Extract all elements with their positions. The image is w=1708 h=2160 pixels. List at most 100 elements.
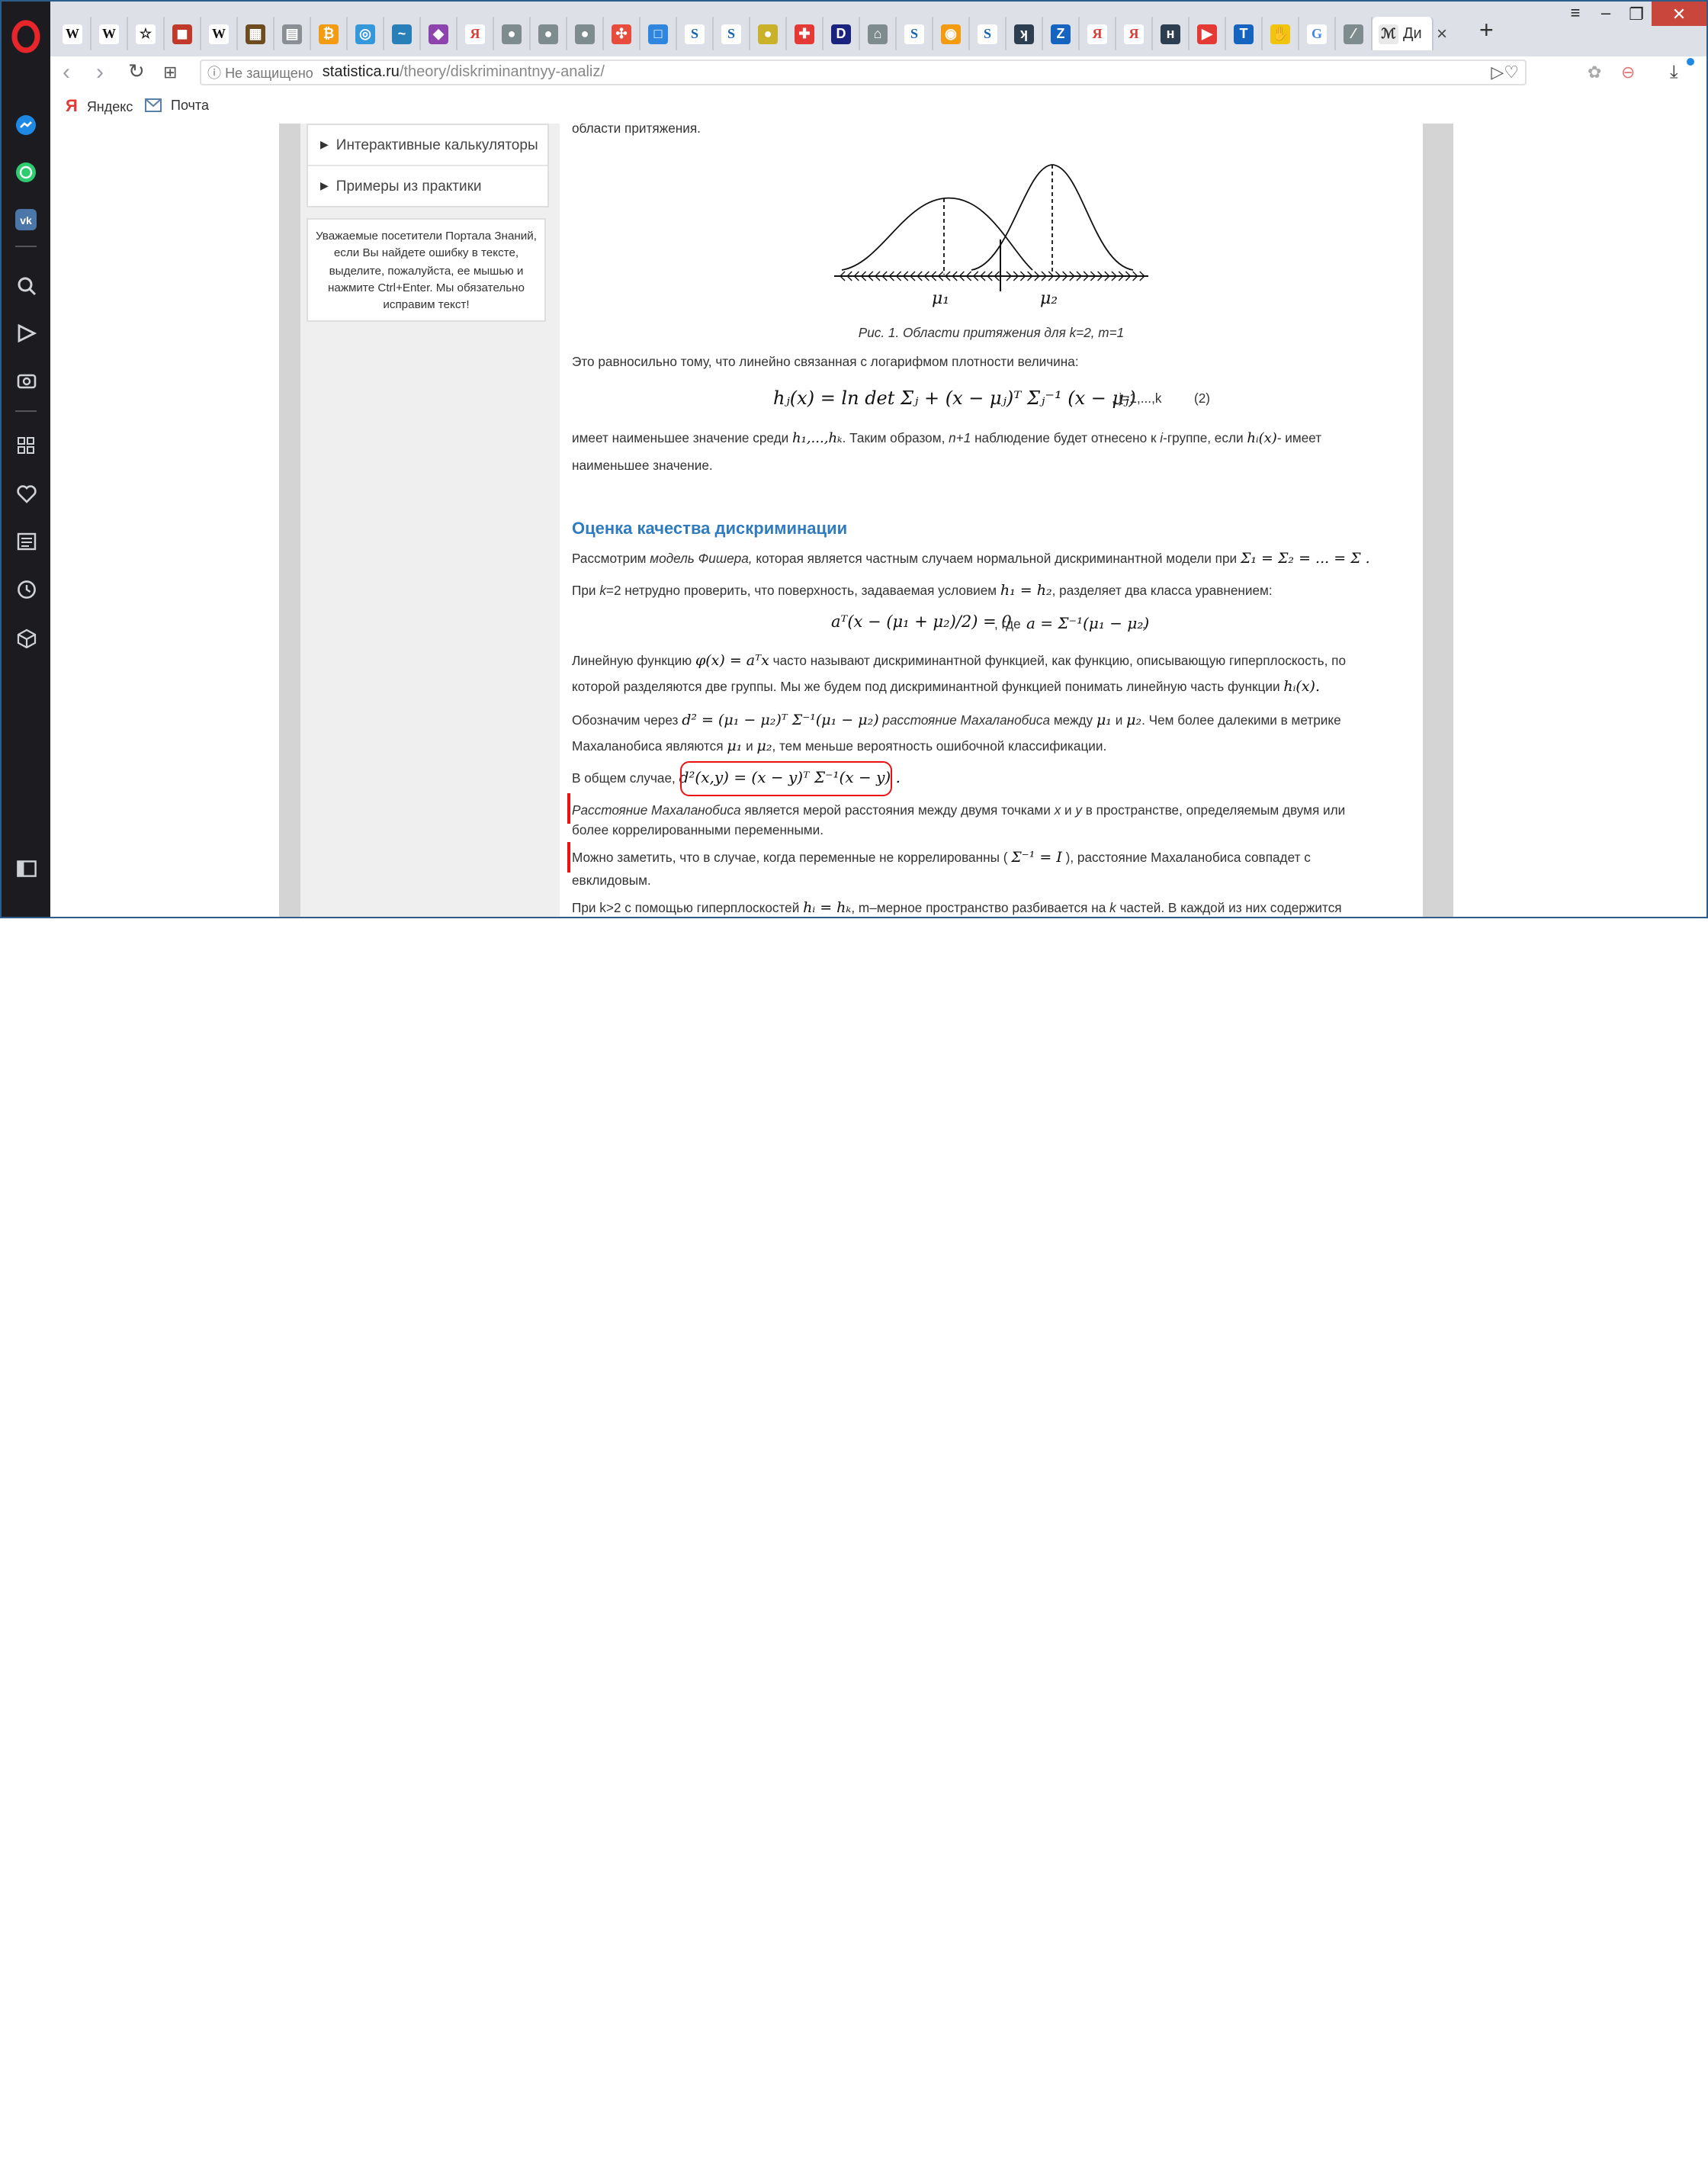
tab-favicon-icon: ●: [758, 24, 778, 43]
browser-tab[interactable]: Z: [1043, 17, 1080, 50]
security-label[interactable]: ⓘ Не защищено: [207, 63, 313, 82]
browser-tab[interactable]: ✚: [787, 17, 824, 50]
rail-divider: [15, 410, 37, 412]
url-host: statistica.ru: [322, 64, 400, 81]
browser-tab[interactable]: ●: [531, 17, 567, 50]
cube-icon[interactable]: [11, 622, 41, 653]
reload-icon[interactable]: ↻: [128, 59, 145, 84]
tab-favicon-icon: S: [904, 24, 924, 43]
browser-tab[interactable]: D: [824, 17, 860, 50]
tab-favicon-icon: D: [831, 24, 851, 43]
new-tab-button[interactable]: +: [1479, 18, 1494, 46]
browser-tab[interactable]: S: [897, 17, 933, 50]
tab-favicon-icon: Я: [1124, 24, 1144, 43]
tab-favicon-icon: ▤: [282, 24, 302, 43]
rail-divider: [15, 246, 37, 247]
menu-icon[interactable]: ≡: [1560, 2, 1591, 26]
browser-tab[interactable]: ◼: [165, 17, 201, 50]
tab-favicon-icon: Я: [1087, 24, 1107, 43]
formula-hyperplane: aᵀ(x − (μ₁ + μ₂)/2) = 0: [831, 613, 1012, 632]
browser-tab[interactable]: ●: [567, 17, 604, 50]
paragraph-fisher: Рассмотрим модель Фишера, которая являет…: [572, 551, 1370, 567]
browser-tab[interactable]: ▦: [238, 17, 274, 50]
back-icon[interactable]: ‹: [63, 59, 70, 85]
bookmark-yandex[interactable]: Я Яндекс: [66, 98, 133, 116]
browser-tab[interactable]: ʜ: [1153, 17, 1190, 50]
browser-tab[interactable]: ⁄: [1336, 17, 1372, 50]
adblock-icon[interactable]: ⊖: [1621, 63, 1635, 82]
browser-tab[interactable]: T: [1226, 17, 1263, 50]
maximize-icon[interactable]: ❐: [1621, 2, 1652, 26]
vpn-icon[interactable]: ✿: [1588, 63, 1601, 82]
paragraph-k2: При k=2 нетрудно проверить, что поверхно…: [572, 583, 1273, 599]
tab-strip: W W ☆ ◼ W ▦ ▤ ₿ ◎ ~ ◆ Я ● ● ● ✣ □ S S ● ✚ D ⌂ S ◉ Sʞ Z Я Яʜ ▶ T ✋ G ⁄ ℳ Ди ×…: [50, 2, 1706, 56]
info-icon: ⓘ: [207, 66, 222, 81]
send-icon[interactable]: [11, 317, 41, 348]
menu-item-examples[interactable]: ▶ Примеры из практики: [308, 166, 547, 206]
opera-logo-icon[interactable]: [11, 20, 41, 53]
browser-tab[interactable]: ~: [384, 17, 421, 50]
menu-item-calculators[interactable]: ▶ Интерактивные калькуляторы: [308, 125, 547, 166]
vk-icon[interactable]: vk: [11, 204, 41, 235]
browser-tab[interactable]: ◆: [421, 17, 458, 50]
browser-tab[interactable]: ☆: [128, 17, 165, 50]
history-icon[interactable]: [11, 574, 41, 604]
tab-favicon-icon: ◉: [941, 24, 961, 43]
browser-tab[interactable]: ₿: [311, 17, 348, 50]
paragraph-k-greater-2: При k>2 с помощью гиперплоскостей hᵢ = h…: [572, 900, 1342, 917]
tab-favicon-icon: ⌂: [868, 24, 888, 43]
formula-where: , где: [994, 616, 1021, 632]
triangle-right-icon: ▶: [320, 182, 329, 192]
browser-tab[interactable]: ✋: [1263, 17, 1299, 50]
minimize-icon[interactable]: –: [1591, 2, 1621, 26]
browser-tab[interactable]: ⌂: [860, 17, 897, 50]
browser-tab[interactable]: ●: [494, 17, 531, 50]
browser-tab[interactable]: S: [677, 17, 714, 50]
paragraph-linear-line2: которой разделяются две группы. Мы же бу…: [572, 679, 1320, 696]
tab-favicon-icon: ◎: [355, 24, 375, 43]
active-tab[interactable]: ℳ Ди ×: [1372, 17, 1447, 50]
browser-tab[interactable]: W: [55, 17, 92, 50]
forward-icon[interactable]: ›: [96, 59, 104, 85]
browser-tab[interactable]: □: [640, 17, 677, 50]
browser-tab[interactable]: Я: [1116, 17, 1153, 50]
browser-tab[interactable]: ʞ: [1006, 17, 1043, 50]
close-window-icon[interactable]: ✕: [1652, 2, 1706, 26]
messenger-icon[interactable]: [11, 110, 41, 140]
browser-tab[interactable]: ▤: [274, 17, 311, 50]
tabs-grid-icon[interactable]: ⊞: [163, 63, 177, 82]
browser-tab[interactable]: W: [92, 17, 128, 50]
browser-tab[interactable]: S: [714, 17, 750, 50]
browser-tab[interactable]: Я: [458, 17, 494, 50]
browser-tab[interactable]: G: [1299, 17, 1336, 50]
close-tab-icon[interactable]: ×: [1437, 23, 1447, 44]
tab-favicon-icon: ℳ: [1379, 24, 1398, 43]
bookmark-mail[interactable]: Почта: [145, 98, 209, 113]
search-icon[interactable]: [11, 270, 41, 301]
camera-icon[interactable]: [11, 365, 41, 395]
browser-tab[interactable]: W: [201, 17, 238, 50]
browser-tab[interactable]: ●: [750, 17, 787, 50]
formula-2-number: (2): [1194, 391, 1211, 406]
speed-dial-icon[interactable]: [11, 430, 41, 461]
tab-favicon-icon: □: [648, 24, 668, 43]
paragraph-log-density: Это равносильно тому, что линейно связан…: [572, 354, 1079, 369]
browser-tab[interactable]: ◎: [348, 17, 384, 50]
sidebar-toggle-icon[interactable]: [11, 853, 41, 883]
browser-tab[interactable]: S: [970, 17, 1006, 50]
browser-tab[interactable]: ✣: [604, 17, 640, 50]
downloads-icon[interactable]: ⤓: [1670, 61, 1678, 84]
tab-list: W W ☆ ◼ W ▦ ▤ ₿ ◎ ~ ◆ Я ● ● ● ✣ □ S S ● ✚ D ⌂ S ◉ Sʞ Z Я Яʜ ▶ T ✋ G ⁄ ℳ Ди ×: [55, 17, 1447, 50]
whatsapp-icon[interactable]: [11, 157, 41, 188]
article-content: области притяжения. μ₁ μ₂ Рис. 1. Област…: [560, 124, 1423, 917]
tab-favicon-icon: ✚: [795, 24, 814, 43]
bookmark-heart-icon[interactable]: ▷♡: [1491, 63, 1519, 82]
tab-favicon-icon: ₿: [319, 24, 339, 43]
mu1-label: μ₁: [932, 289, 949, 308]
browser-tab[interactable]: ◉: [933, 17, 970, 50]
browser-tab[interactable]: ▶: [1190, 17, 1226, 50]
browser-tab[interactable]: Я: [1080, 17, 1116, 50]
news-icon[interactable]: [11, 526, 41, 557]
heart-icon[interactable]: [11, 479, 41, 509]
address-field[interactable]: ⓘ Не защищено statistica.ru/theory/diskr…: [200, 59, 1527, 85]
